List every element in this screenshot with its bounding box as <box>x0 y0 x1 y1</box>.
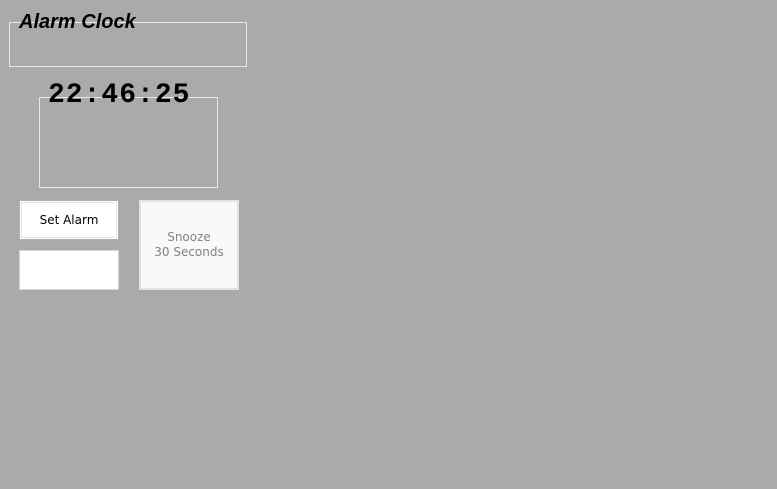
app-title: Alarm Clock <box>19 11 136 33</box>
snooze-duration-label: 30 Seconds <box>154 245 224 259</box>
set-alarm-button[interactable]: Set Alarm <box>19 200 119 240</box>
alarm-time-field[interactable] <box>19 250 119 290</box>
clock-time-display: 22:46:25 <box>48 80 191 111</box>
snooze-button[interactable]: Snooze 30 Seconds <box>139 200 239 290</box>
set-alarm-button-label: Set Alarm <box>39 213 99 227</box>
snooze-label: Snooze <box>167 230 211 244</box>
